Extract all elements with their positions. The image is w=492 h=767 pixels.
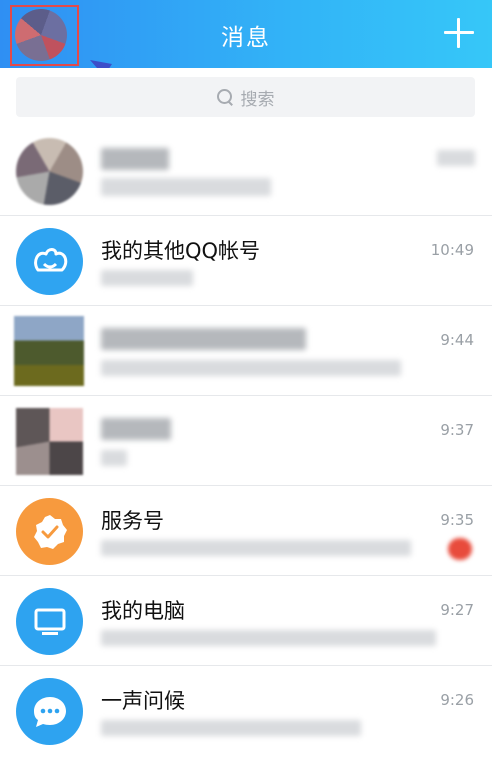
conversation-time: 9:37	[440, 421, 474, 439]
plus-icon[interactable]	[444, 18, 474, 48]
conversation-item[interactable]: 9:37	[0, 396, 492, 486]
contact-avatar	[14, 316, 84, 386]
conversation-time: 10:49	[430, 241, 474, 259]
redacted-preview	[101, 270, 193, 286]
title-bar: 消息	[0, 0, 492, 68]
conversation-time: 9:26	[440, 691, 474, 709]
search-icon	[216, 89, 233, 105]
redacted-preview	[101, 178, 271, 196]
service-badge-icon	[33, 514, 67, 549]
avatar	[16, 678, 83, 745]
redacted-preview	[101, 540, 411, 556]
contact-avatar	[16, 138, 83, 205]
unread-badge	[448, 538, 472, 560]
conversation-name: 我的电脑	[101, 599, 185, 623]
qq-account-icon	[33, 247, 67, 271]
conversation-name: 我的其他QQ帐号	[101, 239, 261, 263]
redacted-time	[437, 150, 475, 166]
avatar	[16, 228, 83, 295]
search-input[interactable]: 搜索	[16, 77, 475, 117]
redacted-preview	[101, 720, 361, 736]
conversation-time: 9:35	[440, 511, 474, 529]
conversation-time: 9:44	[440, 331, 474, 349]
conversation-item[interactable]	[0, 126, 492, 216]
conversation-item[interactable]: 一声问候 9:26	[0, 666, 492, 756]
redacted-name	[101, 148, 169, 170]
avatar	[16, 588, 83, 655]
redacted-preview	[101, 360, 401, 376]
chat-bubble-icon	[33, 696, 66, 727]
search-area: 搜索	[0, 68, 492, 126]
avatar	[16, 498, 83, 565]
conversation-list: 我的其他QQ帐号 10:49 9:44 9:37 服务号 9:35 我的电脑 9…	[0, 126, 492, 756]
redacted-preview	[101, 450, 127, 466]
conversation-item[interactable]: 我的其他QQ帐号 10:49	[0, 216, 492, 306]
conversation-item[interactable]: 9:44	[0, 306, 492, 396]
contact-avatar	[16, 408, 83, 475]
redacted-preview	[101, 630, 436, 646]
redacted-name	[101, 328, 306, 350]
monitor-icon	[34, 608, 65, 635]
page-title: 消息	[221, 25, 271, 51]
conversation-item[interactable]: 服务号 9:35	[0, 486, 492, 576]
conversation-name: 一声问候	[101, 689, 185, 713]
conversation-time: 9:27	[440, 601, 474, 619]
conversation-item[interactable]: 我的电脑 9:27	[0, 576, 492, 666]
redacted-name	[101, 418, 171, 440]
conversation-name: 服务号	[101, 509, 164, 533]
search-placeholder: 搜索	[240, 89, 275, 110]
